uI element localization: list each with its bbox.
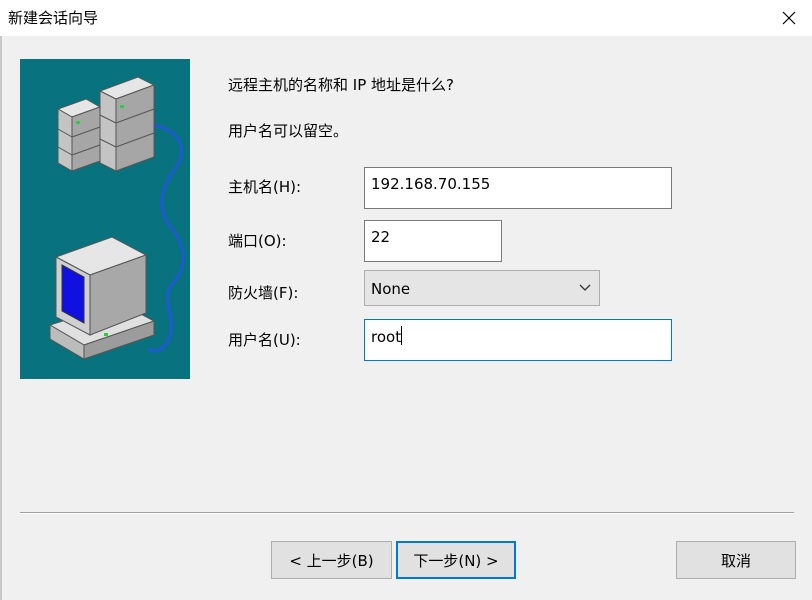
- server-tower-large-icon: [98, 76, 156, 172]
- button-area-separator: [20, 512, 794, 514]
- desktop-computer-icon: [48, 236, 156, 360]
- firewall-select[interactable]: None: [364, 270, 600, 306]
- username-value: root: [371, 328, 402, 346]
- port-label: 端口(O):: [228, 232, 287, 250]
- prompt-question: 远程主机的名称和 IP 地址是什么?: [228, 76, 454, 94]
- port-input[interactable]: 22: [364, 220, 502, 262]
- next-button[interactable]: 下一步(N) >: [396, 541, 516, 579]
- hostname-label: 主机名(H):: [228, 178, 302, 196]
- firewall-selected-value: None: [371, 280, 411, 298]
- window-title: 新建会话向导: [8, 9, 99, 27]
- username-input[interactable]: root: [364, 319, 672, 361]
- hostname-value: 192.168.70.155: [371, 175, 491, 193]
- network-computers-illustration: [20, 59, 190, 379]
- hostname-input[interactable]: 192.168.70.155: [364, 167, 672, 209]
- prompt-hint: 用户名可以留空。: [228, 122, 349, 140]
- back-button[interactable]: < 上一步(B): [271, 541, 392, 579]
- server-tower-small-icon: [56, 98, 102, 172]
- close-icon: [782, 11, 796, 25]
- username-label: 用户名(U):: [228, 331, 301, 349]
- firewall-label: 防火墙(F):: [228, 284, 299, 302]
- text-caret: [401, 326, 403, 345]
- port-value: 22: [371, 228, 391, 246]
- title-bar: 新建会话向导: [0, 0, 812, 36]
- window-left-edge: [0, 36, 2, 600]
- new-session-wizard-dialog: 新建会话向导 远程主机的名称和 IP 地址是什么? 用户名可以留空。 主机名(H…: [0, 0, 812, 600]
- chevron-down-icon: [579, 284, 591, 291]
- cancel-button[interactable]: 取消: [676, 541, 796, 579]
- close-button[interactable]: [766, 0, 812, 36]
